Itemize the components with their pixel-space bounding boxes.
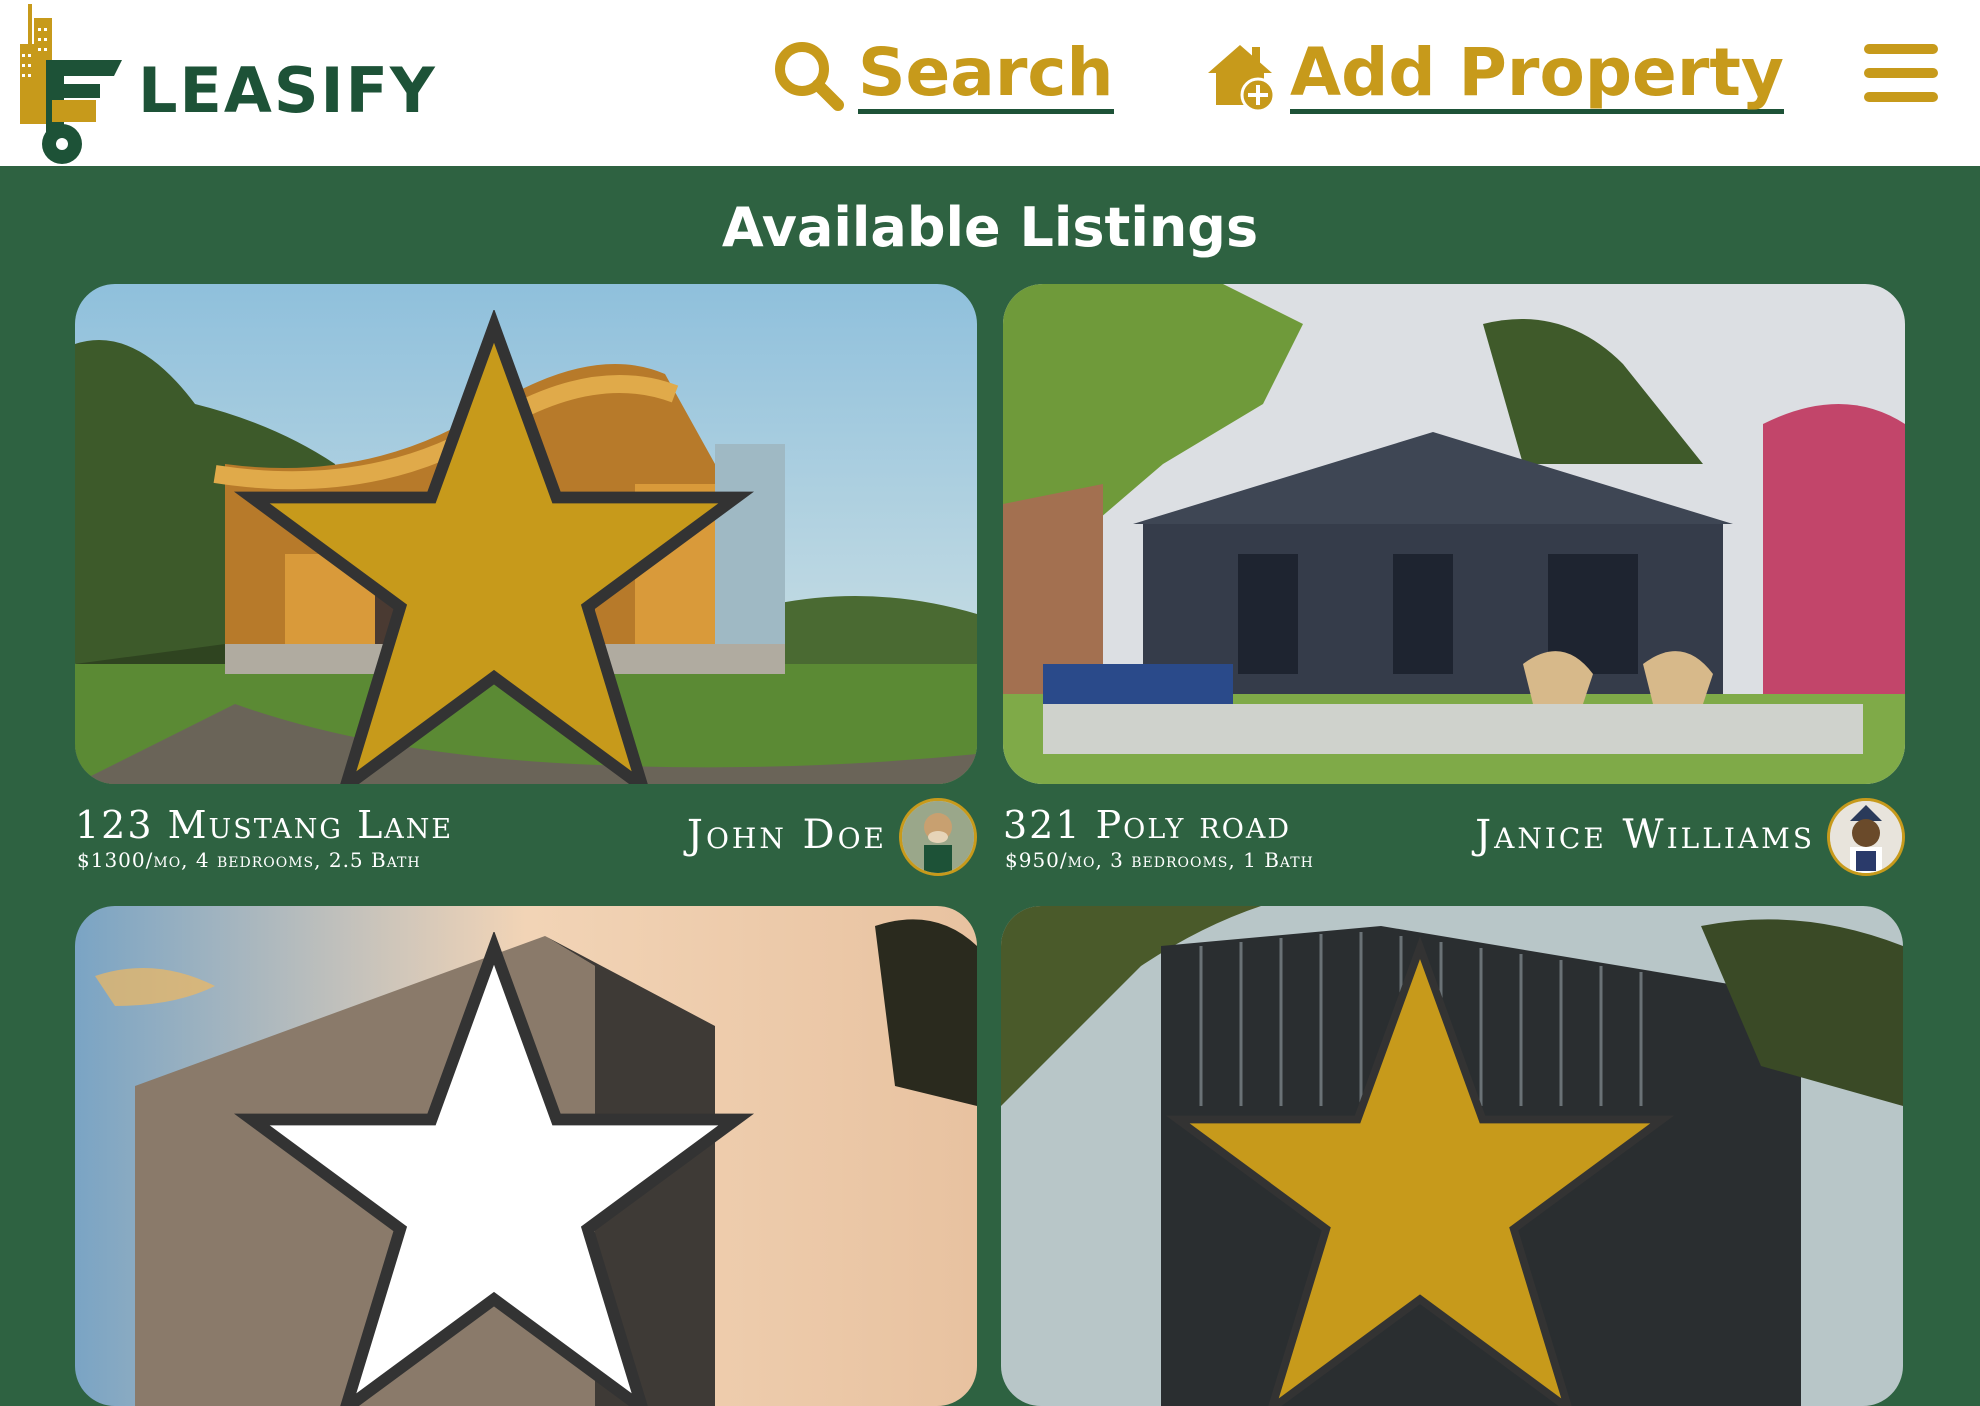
listing-info: 123 Mustang Lane $1300/mo, 4 bedrooms, 2… — [75, 796, 977, 884]
add-property-nav-link[interactable]: Add Property — [1204, 30, 1784, 120]
top-header: LEASIFY Search Add Property — [0, 0, 1980, 166]
listing-photo[interactable] — [75, 284, 977, 784]
listing-info: 321 Poly road $950/mo, 3 bedrooms, 1 Bat… — [1003, 796, 1905, 884]
search-nav-link[interactable]: Search — [772, 30, 1114, 120]
listing-photo[interactable] — [75, 906, 977, 1406]
favorite-star-icon[interactable] — [75, 310, 945, 784]
listing-owner-name[interactable]: John Doe — [687, 810, 887, 860]
add-property-nav-label[interactable]: Add Property — [1290, 36, 1784, 114]
listing-details: $1300/mo, 4 bedrooms, 2.5 Bath — [77, 848, 421, 872]
key-building-logo-icon — [20, 4, 122, 164]
owner-avatar[interactable] — [1827, 798, 1905, 876]
brand-logo[interactable]: LEASIFY — [14, 4, 437, 164]
search-nav-label[interactable]: Search — [858, 36, 1114, 114]
favorite-star-icon[interactable] — [1001, 932, 1871, 1406]
owner-avatar[interactable] — [899, 798, 977, 876]
search-icon — [775, 42, 844, 111]
house-plus-icon — [1208, 45, 1276, 111]
listing-address: 321 Poly road — [1003, 803, 1292, 847]
listing-owner-name[interactable]: Janice Williams — [1475, 810, 1815, 860]
hamburger-menu-icon[interactable] — [1864, 44, 1938, 102]
brand-name: LEASIFY — [138, 54, 437, 127]
listing-address: 123 Mustang Lane — [75, 803, 454, 847]
listing-photo[interactable] — [1003, 284, 1905, 784]
listing-photo[interactable] — [1001, 906, 1903, 1406]
favorite-star-icon[interactable] — [75, 932, 945, 1406]
page-title: Available Listings — [721, 196, 1259, 259]
listing-details: $950/mo, 3 bedrooms, 1 Bath — [1005, 848, 1314, 872]
listings-section: Available Listings 123 Mustang Lane $130… — [0, 166, 1980, 1406]
